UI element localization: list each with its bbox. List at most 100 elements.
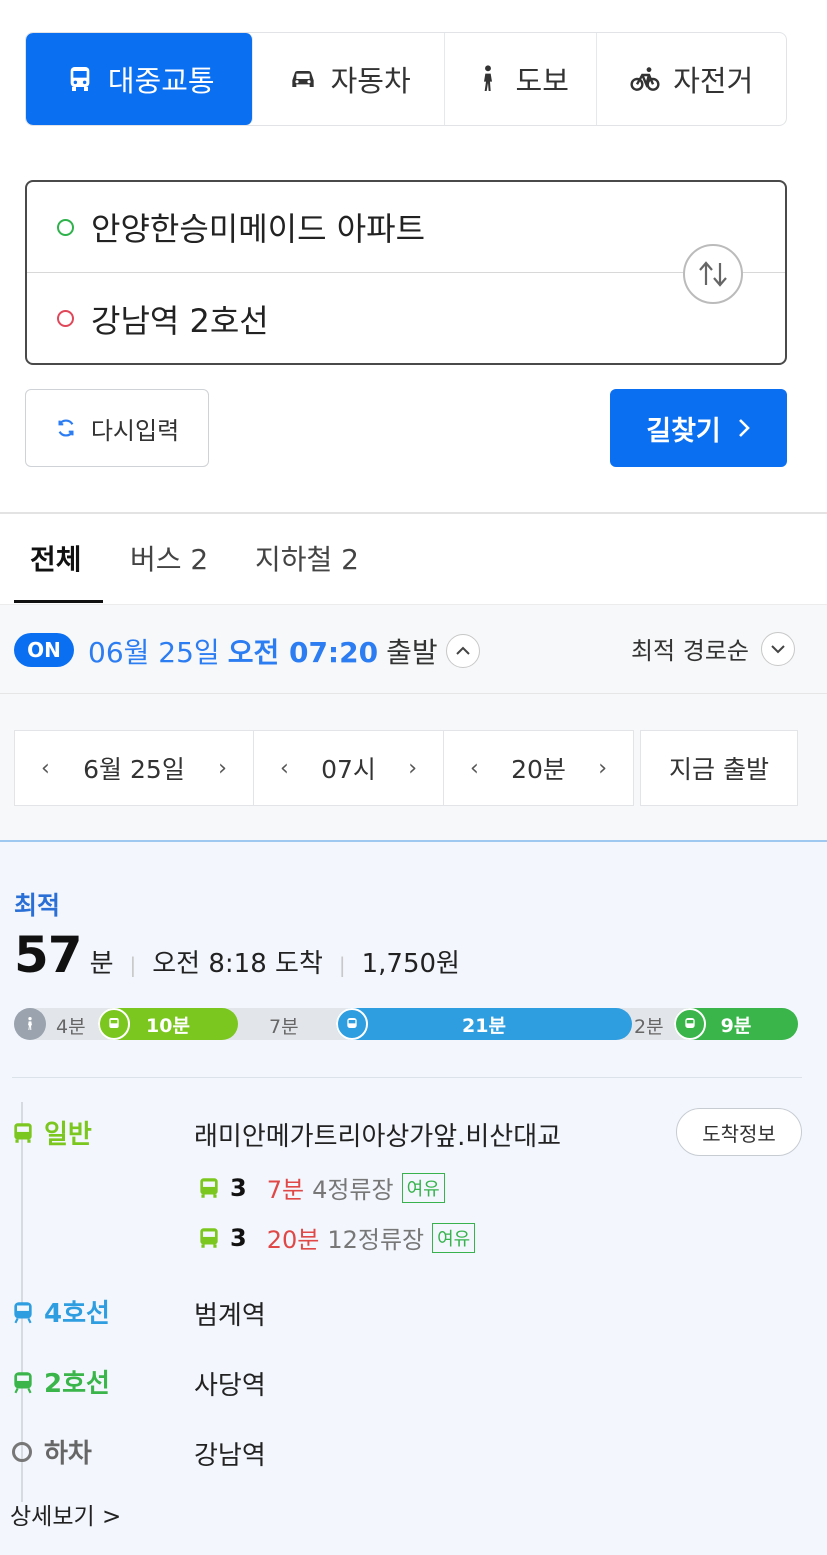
bus-icon (200, 1227, 218, 1248)
departure-clock: 오전 07:20 (227, 636, 379, 669)
chevron-up-icon[interactable] (445, 634, 480, 668)
bus-wait: 7분 (266, 1176, 305, 1204)
tab-all[interactable]: 전체 (30, 538, 82, 578)
search-label: 길찾기 (646, 415, 721, 447)
walk-icon (14, 1008, 46, 1040)
subway-icon (336, 1008, 368, 1040)
destination-field[interactable]: 강남역 2호선 (27, 273, 785, 364)
divider (12, 1077, 802, 1078)
step-mode-label: 4호선 (44, 1299, 110, 1329)
step-bus: 일반 (10, 1114, 92, 1151)
route-input-box: 안양한승미메이드 아파트 강남역 2호선 (25, 180, 787, 365)
departure-date: 06월 25일 (88, 636, 220, 669)
bus-number: 3 (230, 1223, 247, 1252)
mode-label: 자동차 (330, 64, 411, 98)
subway-line4-segment: 21분 (336, 1008, 632, 1040)
walk-icon (483, 65, 492, 91)
prev-minute-button[interactable]: ‹ (470, 756, 479, 781)
on-badge[interactable]: ON (14, 633, 74, 667)
origin-field[interactable]: 안양한승미메이드 아파트 (27, 182, 785, 273)
destination-dot-icon (57, 310, 74, 327)
route-timeline: 4분 10분 7분 21분 2분 9분 (14, 1008, 798, 1040)
bus-stops: 12정류장 (327, 1226, 425, 1254)
hour-value: 07시 (321, 755, 376, 784)
time-picker-area: ‹ 6월 25일 › ‹ 07시 › ‹ 20분 › 지금 출발 (0, 694, 827, 842)
total-minutes: 57 (14, 926, 83, 984)
mode-tab-bike[interactable]: 자전거 (597, 33, 786, 125)
mode-label: 대중교통 (107, 64, 215, 98)
bus-icon (70, 67, 90, 91)
date-picker: ‹ 6월 25일 › (14, 730, 254, 806)
alight-circle-icon (12, 1441, 32, 1462)
subway-icon (674, 1008, 706, 1040)
step-mode-label: 2호선 (44, 1369, 110, 1399)
mode-tab-transit[interactable]: 대중교통 (26, 33, 254, 125)
bus-wait: 20분 (266, 1226, 320, 1254)
prev-hour-button[interactable]: ‹ (280, 756, 289, 781)
route-filter-tabs: 전체 버스 2 지하철 2 (0, 514, 827, 604)
bus-arrival-row: 3 20분 12정류장 여유 (196, 1220, 476, 1255)
arrival-info-button[interactable]: 도착정보 (676, 1108, 802, 1156)
mode-tab-walk[interactable]: 도보 (445, 33, 597, 125)
fare: 1,750원 (361, 949, 460, 979)
mode-label: 도보 (515, 64, 569, 98)
prev-date-button[interactable]: ‹ (41, 756, 50, 781)
origin-dot-icon (57, 218, 74, 236)
step-station: 래미안메가트리아상가앞.비산대교 (194, 1122, 562, 1152)
bus-stops: 4정류장 (312, 1176, 394, 1204)
subway-icon (14, 1371, 32, 1393)
reset-label: 다시입력 (90, 416, 180, 445)
swap-button[interactable] (683, 244, 743, 304)
next-minute-button[interactable]: › (598, 756, 607, 781)
minute-value: 20분 (511, 755, 566, 784)
step-station: 사당역 (194, 1371, 266, 1401)
sort-label: 최적 경로순 (630, 637, 749, 665)
search-route-button[interactable]: 길찾기 (610, 389, 787, 467)
bus-duration: 10분 (146, 1014, 190, 1037)
sort-selector[interactable]: 최적 경로순 (631, 631, 795, 666)
bike-icon (630, 67, 660, 91)
next-date-button[interactable]: › (218, 756, 227, 781)
line2-duration: 9분 (720, 1014, 752, 1037)
date-value: 6월 25일 (83, 755, 185, 784)
walk-duration: 4분 (56, 1016, 86, 1038)
swap-arrows-icon (699, 261, 727, 287)
origin-text: 안양한승미메이드 아파트 (91, 210, 426, 248)
line4-duration: 21분 (462, 1014, 506, 1037)
hour-picker: ‹ 07시 › (253, 730, 444, 806)
refresh-icon (58, 419, 74, 437)
mode-label: 자전거 (673, 64, 754, 98)
depart-now-button[interactable]: 지금 출발 (640, 730, 798, 806)
detail-link[interactable]: 상세보기 > (10, 1497, 121, 1531)
separator: | (338, 953, 346, 977)
step-subway-line4: 4호선 (10, 1293, 110, 1330)
next-hour-button[interactable]: › (408, 756, 417, 781)
step-mode-label: 하차 (44, 1439, 92, 1469)
step-station: 강남역 (194, 1441, 266, 1471)
bus-icon (200, 1177, 218, 1198)
reset-button[interactable]: 다시입력 (25, 389, 209, 467)
step-subway-line2: 2호선 (10, 1363, 110, 1400)
departure-suffix: 출발 (386, 636, 438, 669)
crowd-badge: 여유 (432, 1222, 476, 1253)
subway-icon (14, 1301, 32, 1323)
departure-bar: ON 06월 25일 오전 07:20 출발 최적 경로순 (0, 604, 827, 694)
tab-subway[interactable]: 지하철 2 (255, 538, 359, 578)
mode-tab-car[interactable]: 자동차 (253, 33, 445, 125)
walk-duration: 7분 (269, 1016, 299, 1038)
tab-bus[interactable]: 버스 2 (130, 538, 208, 578)
chevron-down-icon (761, 631, 795, 666)
route-result-card[interactable]: 최적 57 분 | 오전 8:18 도착 | 1,750원 4분 10분 7분 … (0, 842, 827, 1555)
bus-icon (98, 1008, 130, 1040)
step-alight: 하차 (10, 1433, 92, 1470)
transport-mode-tabs: 대중교통 자동차 도보 자전거 (25, 32, 787, 126)
active-tab-underline (14, 600, 103, 603)
bus-arrival-row: 3 7분 4정류장 여유 (196, 1170, 445, 1205)
step-station: 범계역 (194, 1301, 266, 1331)
minute-picker: ‹ 20분 › (443, 730, 634, 806)
step-mode-label: 일반 (44, 1120, 92, 1150)
departure-time[interactable]: 06월 25일 오전 07:20 출발 (88, 631, 480, 671)
bus-icon (14, 1122, 32, 1143)
crowd-badge: 여유 (401, 1172, 445, 1203)
total-unit: 분 (89, 949, 114, 979)
